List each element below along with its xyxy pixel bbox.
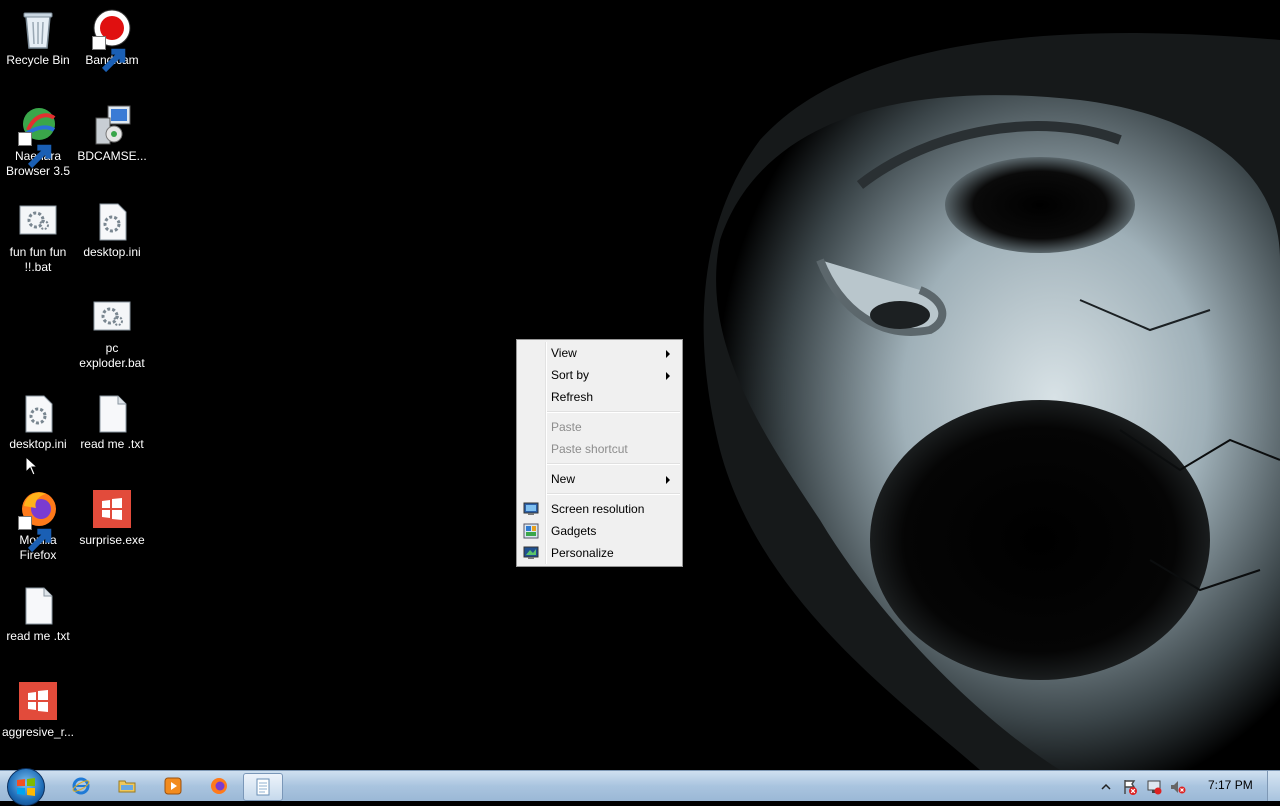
desktop-icon-label: BDCAMSE... [77,149,147,163]
desktop-icon-fun-bat[interactable]: fun fun fun !!.bat [0,200,76,275]
text-file-icon [16,584,60,628]
show-desktop-button[interactable] [1267,771,1280,801]
batch-file-icon [90,296,134,340]
desktop-icon-naenara-browser[interactable]: Naenara Browser 3.5 [0,104,76,179]
firefox-icon [211,778,227,794]
installer-icon [90,104,134,148]
desktop-icon-read-me-txt-2[interactable]: read me .txt [0,584,76,644]
desktop-icon-label: fun fun fun !!.bat [9,245,67,274]
menu-item-label: New [551,472,576,486]
internet-explorer-icon [72,777,90,795]
desktop-icon-label: read me .txt [6,629,70,643]
submenu-arrow-icon [666,350,670,358]
bandicam-icon [90,8,134,73]
desktop-icon-bdcamse[interactable]: BDCAMSE... [74,104,150,164]
taskbar-clock[interactable]: 7:17 PM [1208,778,1253,792]
desktop-icon-label: desktop.ini [9,437,67,451]
menu-item-gadgets[interactable]: Gadgets [519,520,680,542]
desktop-icon-desktop-ini-2[interactable]: desktop.ini [0,392,76,452]
menu-item-paste[interactable]: Paste [519,416,680,438]
submenu-arrow-icon [666,372,670,380]
windows-exe-icon [16,680,60,724]
windows-exe-icon [90,488,134,532]
shortcut-arrow-icon [92,36,126,73]
menu-item-screen-resolution[interactable]: Screen resolution [519,498,680,520]
menu-separator [547,411,680,413]
network-icon[interactable] [1146,779,1162,795]
notepad-icon [256,778,270,796]
submenu-arrow-icon [666,476,670,484]
taskbar-notepad[interactable] [243,773,283,801]
naenara-browser-icon [16,104,60,169]
volume-muted-icon[interactable] [1170,779,1186,795]
desktop-icon-pc-exploder-bat[interactable]: pc exploder.bat [74,296,150,371]
taskbar-media-player[interactable] [154,773,192,799]
gadgets-icon [523,523,539,539]
desktop-icon-label: surprise.exe [79,533,145,547]
taskbar: 7:17 PM [0,768,1280,806]
personalize-icon [523,545,539,561]
menu-item-label: Screen resolution [551,502,645,516]
screen-resolution-icon [523,501,539,517]
menu-item-refresh[interactable]: Refresh [519,386,680,408]
menu-item-personalize[interactable]: Personalize [519,542,680,564]
text-file-icon [90,392,134,436]
recycle-bin-icon [16,8,60,52]
menu-separator [547,493,680,495]
action-center-icon[interactable] [1122,779,1138,795]
menu-item-label: Sort by [551,368,590,382]
show-hidden-icons-icon[interactable] [1098,779,1114,795]
windows-logo-icon [17,778,35,796]
desktop-icon-desktop-ini[interactable]: desktop.ini [74,200,150,260]
desktop-context-menu: View Sort by Refresh Paste Paste shortcu… [516,339,683,567]
media-player-icon [164,777,182,795]
menu-item-view[interactable]: View [519,342,680,364]
menu-item-paste-shortcut[interactable]: Paste shortcut [519,438,680,460]
desktop-icon-label: pc exploder.bat [79,341,145,370]
taskbar-internet-explorer[interactable] [62,773,100,799]
menu-item-label: Personalize [551,546,614,560]
menu-item-label: Paste shortcut [551,442,628,456]
settings-file-icon [90,200,134,244]
desktop-icon-read-me-txt[interactable]: read me .txt [74,392,150,452]
desktop-icon-firefox[interactable]: Mozilla Firefox [0,488,76,563]
desktop-icon-recycle-bin[interactable]: Recycle Bin [0,8,76,68]
windows-explorer-icon [118,780,136,793]
firefox-icon [16,488,60,553]
start-button[interactable] [7,768,45,806]
menu-item-sort-by[interactable]: Sort by [519,364,680,386]
menu-item-label: View [551,346,577,360]
menu-item-label: Refresh [551,390,594,404]
menu-item-label: Gadgets [551,524,597,538]
taskbar-firefox[interactable] [200,773,238,799]
desktop-icon-label: aggresive_r... [1,725,75,739]
desktop-icon-bandicam[interactable]: Bandicam [74,8,150,73]
desktop-icon-aggresive-exe[interactable]: aggresive_r... [0,680,76,740]
desktop-icon-label: read me .txt [80,437,144,451]
menu-item-new[interactable]: New [519,468,680,490]
menu-separator [547,463,680,465]
batch-file-icon [16,200,60,244]
mouse-cursor-icon [25,455,39,476]
menu-item-label: Paste [551,420,582,434]
taskbar-windows-explorer[interactable] [108,773,146,799]
settings-file-icon [16,392,60,436]
desktop-icon-label: Recycle Bin [6,53,70,67]
shortcut-arrow-icon [18,132,52,169]
desktop-icon-surprise-exe[interactable]: surprise.exe [74,488,150,548]
shortcut-arrow-icon [18,516,52,553]
desktop-icon-label: desktop.ini [83,245,141,259]
